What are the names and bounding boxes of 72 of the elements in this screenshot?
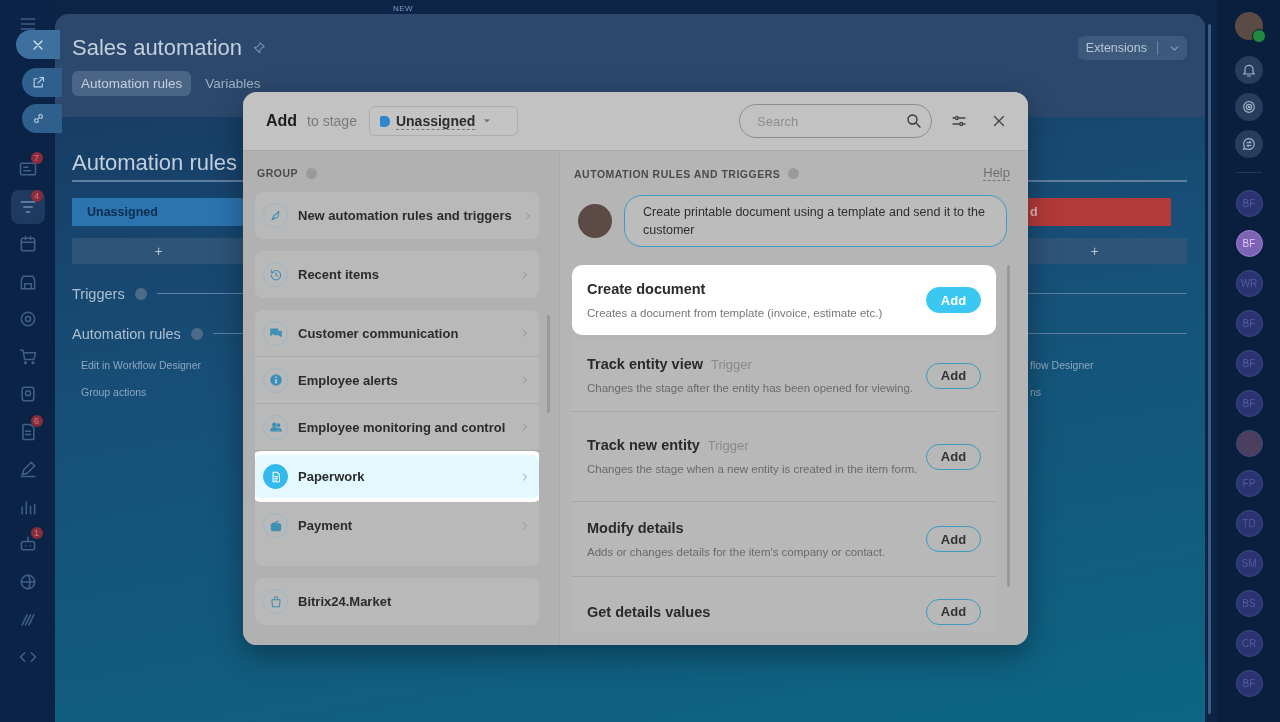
add-button[interactable]: Add: [926, 287, 981, 313]
badge: 1: [30, 527, 43, 539]
badge: 4: [30, 189, 43, 202]
dialog-title: Add: [266, 112, 298, 130]
nav-item[interactable]: 4: [10, 189, 45, 224]
contact-avatar[interactable]: BF: [1235, 229, 1263, 257]
external-link-icon: [31, 75, 46, 90]
rule-description: Changes the stage when a new entity is created in the item form.: [587, 462, 918, 477]
activity-button[interactable]: [1235, 93, 1263, 121]
add-rule-button[interactable]: +: [72, 237, 245, 264]
wallet-icon: [268, 518, 283, 533]
info-icon: [268, 373, 283, 387]
page-title: Sales automation: [72, 35, 242, 61]
rule-title: Track entity view: [587, 356, 704, 372]
chat-icon: [268, 326, 283, 340]
rule-description: Creates a document from template (invoice, estimate etc.): [587, 305, 883, 321]
people-icon: [268, 420, 283, 434]
stage-header: Unassigned: [72, 197, 245, 226]
copy-link-button[interactable]: [22, 104, 62, 133]
nav-item[interactable]: 1: [10, 527, 45, 561]
bell-icon: [1241, 62, 1257, 78]
notifications-button[interactable]: [1235, 56, 1263, 84]
group-item[interactable]: Recent items: [255, 251, 539, 298]
link-icon: [31, 111, 46, 126]
tab[interactable]: Variables: [196, 71, 270, 96]
avatar-photo-placeholder: [578, 204, 612, 238]
rule-title: Get details values: [587, 603, 711, 620]
news-icon: [17, 159, 38, 179]
spiral-icon: [1241, 99, 1257, 115]
rule-title: Track new entity: [587, 437, 700, 453]
help-icon: [134, 287, 147, 300]
tab[interactable]: Automation rules: [72, 71, 192, 96]
action-link[interactable]: Edit in Workflow Designer: [72, 357, 245, 385]
rule-title: Modify details: [587, 519, 684, 536]
rule-title: Create document: [587, 280, 706, 297]
chat-button[interactable]: [1235, 130, 1263, 158]
stage-label: to stage: [307, 113, 357, 129]
rule-description: Changes the stage after the entity has been opened for viewing.: [587, 381, 914, 396]
help-icon: [190, 327, 203, 340]
badge: 6: [30, 414, 43, 427]
market-item[interactable]: Bitrix24.Market: [255, 578, 539, 625]
section-heading: Automation rules: [72, 150, 238, 177]
stage-dropdown[interactable]: Unassigned: [368, 106, 519, 136]
section-label: Automation rules: [72, 325, 181, 342]
nav-item[interactable]: 7: [10, 152, 45, 186]
help-link[interactable]: Help: [983, 166, 1010, 181]
action-link[interactable]: Group actions: [72, 384, 245, 412]
nav-item[interactable]: 6: [10, 414, 45, 449]
rule-description: Adds or changes details for the item's company or contact.: [587, 544, 886, 560]
group-item[interactable]: Employee alerts: [255, 357, 539, 404]
new-label: NEW: [393, 4, 414, 13]
user-avatar[interactable]: [1235, 12, 1263, 40]
group-item[interactable]: Paperwork: [255, 451, 539, 502]
history-icon: [268, 267, 283, 282]
column-heading: GROUP: [257, 167, 298, 179]
close-button[interactable]: [16, 30, 60, 59]
chat-icon: [1241, 136, 1257, 152]
shopping-bag-icon: [268, 594, 283, 609]
help-icon: [788, 168, 800, 179]
group-item[interactable]: Customer communication: [255, 310, 539, 357]
section-label: Triggers: [72, 285, 125, 302]
open-window-button[interactable]: [22, 68, 62, 97]
online-indicator: [1252, 29, 1266, 43]
extensions-button[interactable]: Extensions: [1077, 36, 1187, 60]
search-icon: [905, 112, 923, 130]
avatar-photo-placeholder[interactable]: [1235, 429, 1263, 457]
hint-bubble: Create printable document using a template and send it to the customer: [624, 195, 1007, 247]
pin-icon[interactable]: [252, 41, 266, 55]
group-item[interactable]: Payment: [255, 502, 539, 549]
column-heading: AUTOMATION RULES AND TRIGGERS: [574, 167, 781, 180]
badge: 7: [30, 152, 43, 164]
group-item[interactable]: New automation rules and triggers: [255, 192, 539, 239]
